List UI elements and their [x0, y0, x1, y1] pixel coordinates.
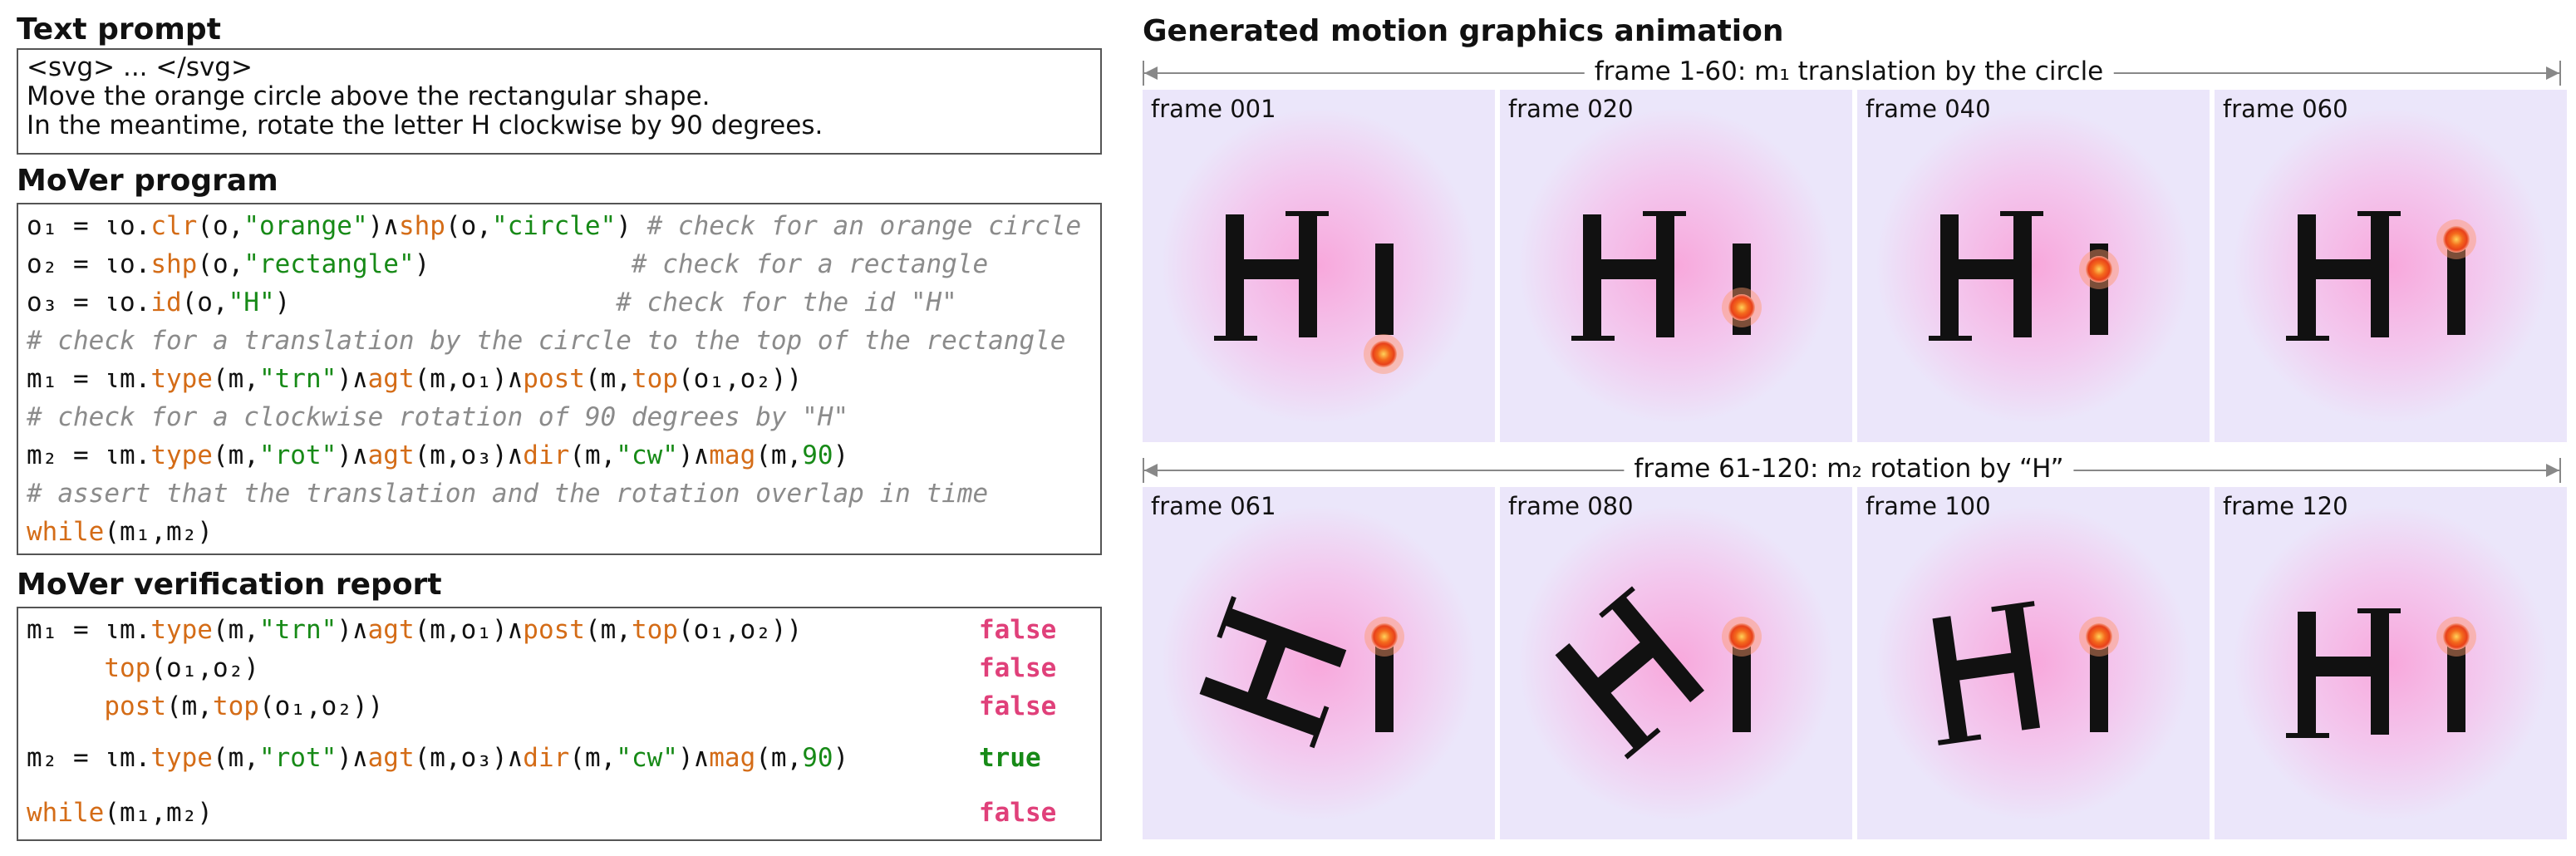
- frame-6: frame 080: [1500, 487, 1852, 839]
- prompt-line-2: Move the orange circle above the rectang…: [27, 81, 710, 111]
- frame-3: frame 040: [1857, 90, 2210, 442]
- report-line-while: while(m₁,m₂): [27, 798, 213, 828]
- letter-h-glyph: [2286, 211, 2401, 341]
- program-line-m2: m₂ = ιm.type(m,"rot")∧agt(m,o₃)∧dir(m,"c…: [27, 440, 849, 470]
- program-line-o3: o₃ = ιo.id(o,"H") # check for the id "H": [27, 288, 957, 317]
- orange-circle: [2086, 623, 2112, 650]
- result-m1: false: [979, 615, 1057, 645]
- frame-2: frame 020: [1500, 90, 1852, 442]
- animation-title: Generated motion graphics animation: [1143, 14, 1784, 48]
- letter-h-glyph: [1929, 211, 2043, 341]
- result-post: false: [979, 691, 1057, 721]
- verification-report-box: m₁ = ιm.type(m,"trn")∧agt(m,o₁)∧post(m,t…: [17, 607, 1102, 841]
- row1-label: frame 1-60: m₁ translation by the circle: [1584, 57, 2114, 86]
- orange-circle: [2443, 623, 2470, 650]
- letter-h-glyph: [1932, 601, 2041, 745]
- frame-label: frame 120: [2223, 492, 2348, 520]
- comment-rotation: # check for a clockwise rotation of 90 d…: [27, 402, 849, 432]
- result-top: false: [979, 653, 1057, 683]
- frame-8: frame 120: [2215, 487, 2567, 839]
- verification-report-title: MoVer verification report: [17, 568, 442, 602]
- comment-overlap: # assert that the translation and the ro…: [27, 479, 989, 509]
- frame-label: frame 080: [1508, 492, 1634, 520]
- comment-o3: # check for the id "H": [616, 288, 957, 317]
- letter-h-glyph: [1555, 586, 1704, 760]
- letter-h-glyph: [2286, 608, 2401, 738]
- program-line-while: while(m₁,m₂): [27, 517, 213, 547]
- mover-program-title: MoVer program: [17, 164, 278, 198]
- report-line-m2: m₂ = ιm.type(m,"rot")∧agt(m,o₃)∧dir(m,"c…: [27, 743, 849, 773]
- row2-label: frame 61-120: m₂ rotation by “H”: [1624, 454, 2074, 484]
- frame-label: frame 100: [1866, 492, 1991, 520]
- orange-circle: [1370, 341, 1397, 367]
- report-line-m1: m₁ = ιm.type(m,"trn")∧agt(m,o₁)∧post(m,t…: [27, 615, 803, 645]
- orange-circle: [1371, 623, 1398, 650]
- result-while: false: [979, 798, 1057, 828]
- row1-span-arrow: frame 1-60: m₁ translation by the circle: [1143, 57, 2561, 88]
- report-line-post: post(m,top(o₁,o₂)): [104, 691, 384, 721]
- frame-label: frame 040: [1866, 95, 1991, 123]
- result-m2: true: [979, 743, 1041, 773]
- mover-program-box: o₁ = ιo.clr(o,"orange")∧shp(o,"circle") …: [17, 203, 1102, 555]
- orange-circle: [1728, 623, 1755, 650]
- program-line-m1: m₁ = ιm.type(m,"trn")∧agt(m,o₁)∧post(m,t…: [27, 364, 803, 394]
- prompt-line-1: <svg> ... </svg>: [27, 52, 253, 82]
- letter-h-glyph: [1214, 211, 1329, 341]
- frame-label: frame 020: [1508, 95, 1634, 123]
- orange-circle: [1728, 294, 1755, 321]
- frame-7: frame 100: [1857, 487, 2210, 839]
- text-prompt-title: Text prompt: [17, 12, 221, 47]
- letter-h-glyph: [1199, 596, 1347, 749]
- comment-translation: # check for a translation by the circle …: [27, 326, 1066, 356]
- program-line-o1: o₁ = ιo.clr(o,"orange")∧shp(o,"circle") …: [27, 211, 1082, 241]
- letter-h-glyph: [1571, 211, 1686, 341]
- frame-label: frame 060: [2223, 95, 2348, 123]
- program-line-o2: o₂ = ιo.shp(o,"rectangle") # check for a…: [27, 249, 989, 279]
- orange-circle: [2086, 256, 2112, 283]
- orange-circle: [2443, 226, 2470, 253]
- comment-o1: # check for an orange circle: [646, 211, 1082, 241]
- frame-4: frame 060: [2215, 90, 2567, 442]
- row2-span-arrow: frame 61-120: m₂ rotation by “H”: [1143, 454, 2561, 485]
- rectangle-shape: [1375, 244, 1394, 335]
- text-prompt-box: <svg> ... </svg> Move the orange circle …: [17, 48, 1102, 155]
- frame-label: frame 061: [1151, 492, 1276, 520]
- report-line-top: top(o₁,o₂): [104, 653, 259, 683]
- frame-1: frame 001: [1143, 90, 1495, 442]
- comment-o2: # check for a rectangle: [631, 249, 989, 279]
- prompt-line-3: In the meantime, rotate the letter H clo…: [27, 111, 823, 140]
- frame-label: frame 001: [1151, 95, 1276, 123]
- frame-5: frame 061: [1143, 487, 1495, 839]
